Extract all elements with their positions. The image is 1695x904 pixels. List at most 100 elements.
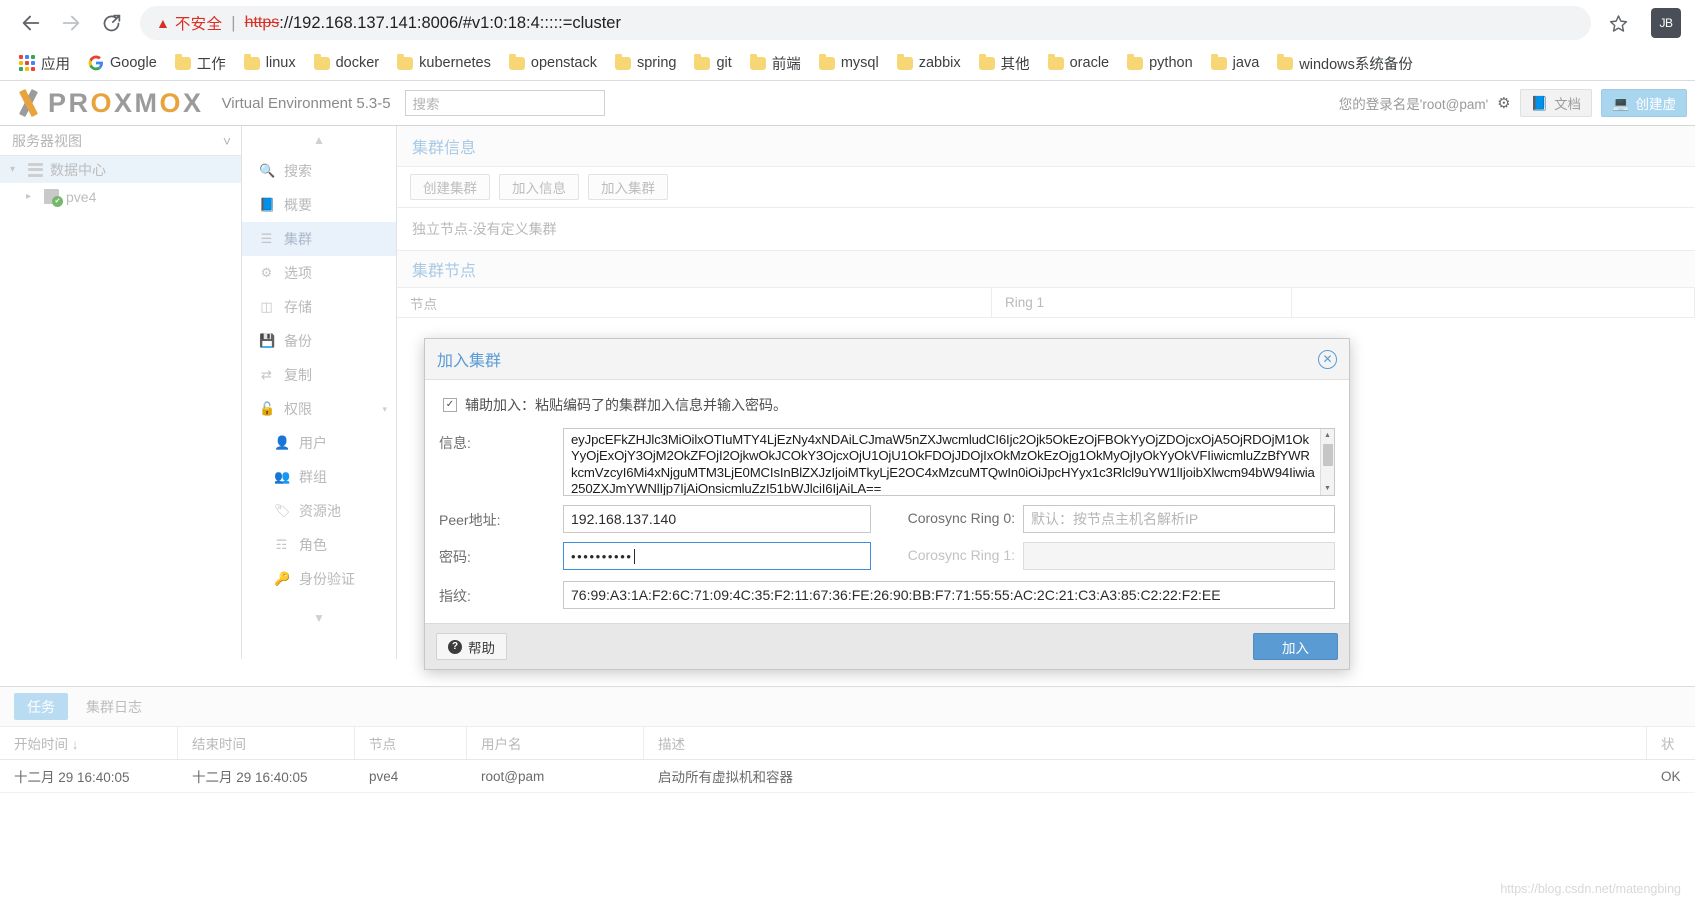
information-textarea[interactable]: eyJpcEFkZHJlc3MiOilxOTIuMTY4LjEzNy4xNDAi… xyxy=(563,428,1335,496)
tree-item-label: 数据中心 xyxy=(50,161,106,178)
menu-item-label: 备份 xyxy=(284,333,312,349)
bookmark-folder-docker[interactable]: docker xyxy=(305,52,389,74)
column-header-description[interactable]: 描述 xyxy=(644,727,1647,759)
information-scrollbar[interactable]: ▲ ▼ xyxy=(1320,429,1334,495)
back-arrow-icon[interactable] xyxy=(14,6,48,40)
folder-icon xyxy=(614,53,631,70)
bookmark-apps[interactable]: 应用 xyxy=(10,50,79,77)
column-header-node[interactable]: 节点 xyxy=(355,727,467,759)
menu-scroll-down-icon[interactable]: ▼ xyxy=(242,604,396,632)
cluster-nodes-title: 集群节点 xyxy=(397,250,1695,288)
ring0-input[interactable]: 默认：按节点主机名解析IP xyxy=(1023,505,1335,533)
menu-item-label: 选项 xyxy=(284,265,312,281)
logged-in-user-label: 您的登录名是'root@pam' xyxy=(1338,97,1489,112)
bookmark-folder-spring[interactable]: spring xyxy=(606,52,686,74)
folder-icon xyxy=(749,53,766,70)
menu-item-cluster[interactable]: ☰ 集群 xyxy=(242,222,396,256)
bookmark-folder-git[interactable]: git xyxy=(685,52,740,74)
reload-icon[interactable] xyxy=(94,6,128,40)
search-input[interactable]: 搜索 xyxy=(404,90,605,116)
chevron-up-icon[interactable]: ▲ xyxy=(1321,429,1334,442)
datacenter-icon xyxy=(28,162,43,177)
ring1-label: Corosync Ring 1: xyxy=(907,547,1016,563)
bookmark-folder-java[interactable]: java xyxy=(1202,52,1269,74)
bookmark-label: git xyxy=(716,55,732,71)
fingerprint-input[interactable]: 76:99:A3:1A:F2:6C:71:09:4C:35:F2:11:67:3… xyxy=(563,581,1335,609)
bookmark-folder-frontend[interactable]: 前端 xyxy=(741,50,810,77)
replication-icon: ⇄ xyxy=(261,367,272,382)
bookmark-folder-work[interactable]: 工作 xyxy=(166,50,235,77)
create-cluster-button[interactable]: 创建集群 xyxy=(410,174,490,200)
column-header-end-time[interactable]: 结束时间 xyxy=(178,727,355,759)
address-bar[interactable]: ▲ 不安全 | https://192.168.137.141:8006/#v1… xyxy=(140,6,1591,40)
column-header-status[interactable]: 状 xyxy=(1647,727,1695,759)
close-circle-icon[interactable]: ✕ xyxy=(1318,349,1337,369)
bookmark-folder-oracle[interactable]: oracle xyxy=(1039,52,1119,74)
menu-item-replication[interactable]: ⇄ 复制 xyxy=(242,358,396,392)
tab-cluster-log[interactable]: 集群日志 xyxy=(73,693,155,720)
bookmark-label: oracle xyxy=(1069,55,1110,71)
column-header-username[interactable]: 用户名 xyxy=(467,727,644,759)
bookmark-folder-other[interactable]: 其他 xyxy=(970,50,1039,77)
menu-item-groups[interactable]: 👥 群组 xyxy=(242,460,396,494)
bookmark-folder-openstack[interactable]: openstack xyxy=(500,52,606,74)
menu-item-backup[interactable]: 💾 备份 xyxy=(242,324,396,358)
tree-item-datacenter[interactable]: ▾ 数据中心 xyxy=(0,156,241,183)
proxmox-x-icon xyxy=(14,90,42,116)
assisted-join-row[interactable]: ✓ 辅助加入：粘贴编码了的集群加入信息并输入密码。 xyxy=(439,395,1335,415)
bookmark-folder-kubernetes[interactable]: kubernetes xyxy=(388,52,500,74)
peer-address-input[interactable]: 192.168.137.140 xyxy=(563,505,872,533)
menu-item-roles[interactable]: ☶ 角色 xyxy=(242,528,396,562)
table-row[interactable]: 十二月 29 16:40:05 十二月 29 16:40:05 pve4 roo… xyxy=(0,760,1695,793)
menu-item-options[interactable]: ⚙ 选项 xyxy=(242,256,396,290)
menu-item-summary[interactable]: 📘 概要 xyxy=(242,188,396,222)
profile-avatar[interactable]: JB xyxy=(1651,8,1681,38)
join-information-button[interactable]: 加入信息 xyxy=(499,174,579,200)
menu-item-storage[interactable]: ◫ 存储 xyxy=(242,290,396,324)
column-header-start-time[interactable]: 开始时间 ↓ xyxy=(0,727,178,759)
menu-item-permissions[interactable]: 🔓 权限 ▾ xyxy=(242,392,396,426)
docs-label: 文档 xyxy=(1554,97,1582,112)
menu-item-search[interactable]: 🔍 搜索 xyxy=(242,154,396,188)
cell-end-time: 十二月 29 16:40:05 xyxy=(192,770,308,785)
chevron-down-icon[interactable]: ˅ xyxy=(223,133,231,149)
gear-icon[interactable]: ⚙ xyxy=(1497,94,1510,112)
bookmark-folder-linux[interactable]: linux xyxy=(235,52,305,74)
create-vm-button[interactable]: 💻 创建虚 xyxy=(1601,89,1687,117)
proxmox-logo[interactable]: PROXMOX xyxy=(8,89,204,117)
folder-icon xyxy=(174,53,191,70)
assisted-join-checkbox[interactable]: ✓ xyxy=(443,398,457,412)
forward-arrow-icon[interactable] xyxy=(54,6,88,40)
menu-scroll-up-icon[interactable]: ▲ xyxy=(242,126,396,154)
join-submit-button[interactable]: 加入 xyxy=(1253,633,1338,660)
chevron-down-icon[interactable]: ▾ xyxy=(10,164,21,175)
column-header-ring1[interactable]: Ring 1 xyxy=(992,288,1292,317)
chevron-down-icon[interactable]: ▼ xyxy=(1321,482,1334,495)
column-header-node[interactable]: 节点 xyxy=(397,288,992,317)
apps-grid-icon xyxy=(19,55,35,71)
password-input[interactable]: •••••••••• xyxy=(563,542,872,570)
chevron-right-icon[interactable]: ▸ xyxy=(26,191,37,202)
bookmark-folder-zabbix[interactable]: zabbix xyxy=(888,52,970,74)
server-view-selector[interactable]: 服务器视图 ˅ xyxy=(0,126,241,156)
bookmark-star-icon[interactable] xyxy=(1601,6,1635,40)
menu-item-pools[interactable]: 🏷 资源池 xyxy=(242,494,396,528)
help-button[interactable]: ? 帮助 xyxy=(436,633,507,660)
tree-item-pve4[interactable]: ▸ pve4 xyxy=(0,183,241,210)
menu-item-users[interactable]: 👤 用户 xyxy=(242,426,396,460)
menu-item-authentication[interactable]: 🔑 身份验证 xyxy=(242,562,396,596)
bookmark-folder-python[interactable]: python xyxy=(1118,52,1202,74)
docs-button[interactable]: 📘 文档 xyxy=(1519,89,1593,117)
folder-icon xyxy=(694,53,711,70)
chevron-down-icon[interactable]: ▾ xyxy=(382,404,387,415)
bookmark-folder-mysql[interactable]: mysql xyxy=(810,52,888,74)
tab-tasks[interactable]: 任务 xyxy=(14,693,68,720)
bookmark-label: Google xyxy=(110,55,157,71)
bookmark-folder-windows-backup[interactable]: windows系统备份 xyxy=(1268,50,1422,77)
join-cluster-button[interactable]: 加入集群 xyxy=(588,174,668,200)
bookmark-google[interactable]: Google xyxy=(79,52,166,74)
menu-item-label: 搜索 xyxy=(284,163,312,179)
cell-status: OK xyxy=(1661,768,1681,784)
bookmarks-bar: 应用 Google 工作 linux docker kubernetes ope… xyxy=(0,46,1695,80)
scrollbar-thumb[interactable] xyxy=(1323,444,1333,466)
